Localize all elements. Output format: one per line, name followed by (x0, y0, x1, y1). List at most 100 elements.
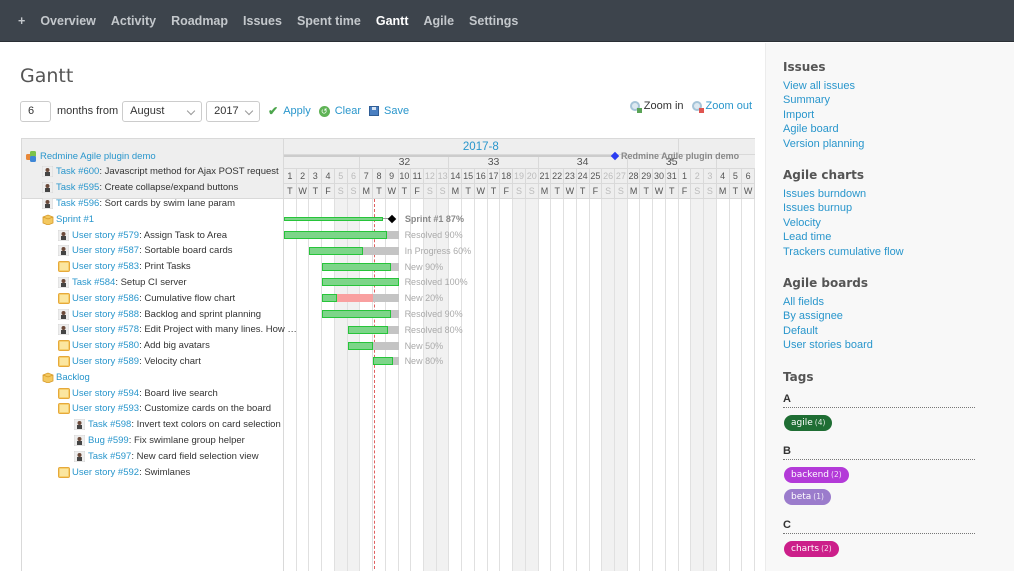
day-column (322, 199, 335, 571)
tag-beta[interactable]: beta (1) (784, 488, 831, 505)
months-input[interactable]: 6 (20, 100, 51, 122)
zoom-out-button[interactable]: Zoom out (706, 100, 752, 112)
nav-tab-gantt[interactable]: Gantt (376, 14, 409, 28)
issue-link[interactable]: User story #592 (72, 467, 139, 478)
issue-link[interactable]: Task #598 (88, 419, 131, 430)
day-column (717, 199, 730, 571)
sidebar-link-issues-burndown[interactable]: Issues burndown (783, 188, 866, 200)
issue-link[interactable]: User story #579 (72, 230, 139, 241)
day-column (551, 199, 565, 571)
task-bar-label: Resolved 90% (404, 309, 463, 319)
sidebar-link-user-stories-board[interactable]: User stories board (783, 339, 873, 351)
issue-row: User story #579: Assign Task to Area (57, 227, 227, 243)
month-select[interactable]: August (122, 100, 203, 122)
nav-tab-agile[interactable]: Agile (423, 14, 454, 28)
issue-link[interactable]: Sprint #1 (56, 214, 94, 225)
nav-tab-overview[interactable]: Overview (40, 14, 96, 28)
issue-link[interactable]: Task #600 (56, 166, 99, 177)
day-column (628, 199, 641, 571)
issue-link[interactable]: User story #587 (72, 245, 139, 256)
day-number: 27 (614, 169, 628, 184)
issue-row: Task #597: New card field selection view (73, 448, 259, 464)
issue-link[interactable]: Bug #599 (88, 435, 129, 446)
sidebar-link-issues-burnup[interactable]: Issues burnup (783, 202, 852, 214)
issue-link[interactable]: Redmine Agile plugin demo (40, 151, 156, 162)
issue-link[interactable]: User story #586 (72, 293, 139, 304)
issue-link[interactable]: Task #596 (56, 198, 99, 209)
tag-count: (1) (813, 491, 824, 501)
tag-charts[interactable]: charts (2) (784, 540, 839, 557)
issue-subject: : New card field selection view (131, 450, 259, 462)
task-bar-done (309, 246, 363, 255)
issue-link[interactable]: User story #583 (72, 261, 139, 272)
nav-tab-roadmap[interactable]: Roadmap (171, 14, 228, 28)
avatar-icon (57, 323, 70, 336)
day-column (488, 199, 501, 571)
issue-row: User story #578: Edit Project with many … (57, 322, 297, 338)
task-bar-done (347, 341, 374, 350)
nav-tab-issues[interactable]: Issues (243, 14, 282, 28)
task-bar-done (373, 357, 394, 366)
sidebar-link-velocity[interactable]: Velocity (783, 217, 821, 229)
nav-tab-activity[interactable]: Activity (111, 14, 156, 28)
issue-subject: : Add big avatars (139, 340, 210, 352)
page-title: Gantt (20, 65, 74, 87)
gantt-timeline: 2017-832333435361T2W3T4F5S6S7M8T9W10T11F… (284, 138, 755, 571)
clear-button[interactable]: ↺ Clear (318, 105, 361, 117)
sidebar-link-default[interactable]: Default (783, 325, 818, 337)
day-of-week: F (322, 184, 335, 199)
sidebar-link-view-all-issues[interactable]: View all issues (783, 80, 855, 92)
tag-group-letter: C (783, 519, 975, 534)
sidebar-link-import[interactable]: Import (783, 109, 814, 121)
tag-agile[interactable]: agile (4) (784, 414, 833, 431)
sidebar-link-summary[interactable]: Summary (783, 94, 830, 106)
day-of-week: W (474, 184, 488, 199)
issue-link[interactable]: User story #589 (72, 356, 139, 367)
issue-subject: : Setup CI server (115, 276, 187, 288)
month-header: 2017-8 (284, 139, 679, 155)
day-number: 2 (296, 169, 310, 184)
user-story-icon (58, 340, 70, 352)
sidebar-link-lead-time[interactable]: Lead time (783, 231, 831, 243)
new-object-button[interactable]: + (18, 14, 25, 28)
issue-link[interactable]: Task #595 (56, 182, 99, 193)
zoom-in-button[interactable]: Zoom in (644, 100, 684, 112)
issue-row: User story #589: Velocity chart (58, 353, 201, 369)
issue-subject: : Cumulative flow chart (139, 292, 236, 304)
day-column (614, 199, 628, 571)
day-of-week: W (653, 184, 666, 199)
issue-link[interactable]: User story #578 (72, 324, 139, 335)
sidebar-link-trackers-cumulative-flow[interactable]: Trackers cumulative flow (783, 246, 904, 258)
sidebar-link-all-fields[interactable]: All fields (783, 296, 824, 308)
issue-link[interactable]: User story #580 (72, 340, 139, 351)
task-bar-label: New 90% (404, 261, 444, 272)
sidebar-link-by-assignee[interactable]: By assignee (783, 310, 843, 322)
day-number: 3 (309, 169, 323, 184)
avatar-icon (41, 181, 54, 194)
sidebar-link-version-planning[interactable]: Version planning (783, 138, 864, 150)
apply-button[interactable]: ✔ Apply (268, 104, 311, 118)
save-button[interactable]: Save (369, 105, 409, 117)
project-icon (26, 150, 37, 162)
issue-subject: : Edit Project with many lines. How … (139, 324, 297, 336)
issue-link[interactable]: User story #594 (72, 388, 139, 399)
day-of-week: T (551, 184, 565, 199)
year-select[interactable]: 2017 (206, 100, 261, 122)
day-of-week: T (487, 184, 501, 199)
nav-tab-settings[interactable]: Settings (469, 14, 518, 28)
issue-subject: : Sort cards by swim lane param (99, 197, 235, 209)
day-number: 1 (678, 169, 692, 184)
nav-tab-spent-time[interactable]: Spent time (297, 14, 361, 28)
issue-link[interactable]: Backlog (56, 372, 90, 383)
version-icon (42, 214, 54, 226)
issue-link[interactable]: User story #588 (72, 309, 139, 320)
day-column (742, 199, 755, 571)
issue-link[interactable]: Task #584 (72, 277, 115, 288)
sidebar-link-agile-board[interactable]: Agile board (783, 123, 839, 135)
avatar-icon (41, 197, 54, 210)
day-column (360, 199, 374, 571)
issue-link[interactable]: Task #597 (88, 451, 131, 462)
task-bar-done (322, 262, 391, 271)
tag-backend[interactable]: backend (2) (784, 466, 849, 483)
issue-link[interactable]: User story #593 (72, 403, 139, 414)
